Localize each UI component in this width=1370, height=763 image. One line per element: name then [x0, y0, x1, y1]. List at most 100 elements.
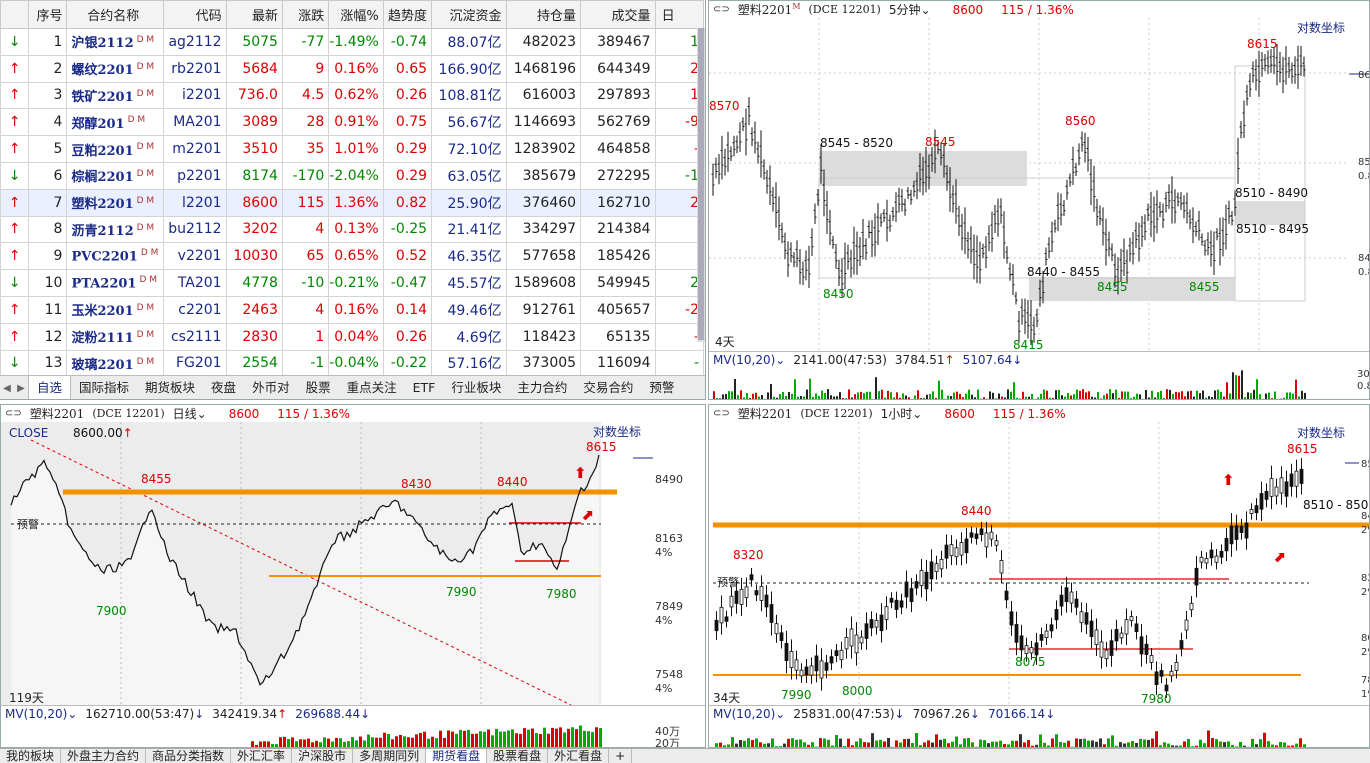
watchlist-tab[interactable]: 主力合约: [509, 376, 575, 399]
chart-5min-canvas[interactable]: 4天 8570 8545 8560 8615 8450 8415 8455 84…: [709, 18, 1370, 351]
volume-bar: [1013, 382, 1015, 399]
bottom-tab[interactable]: 股票看盘: [487, 749, 549, 763]
candle-body: [829, 656, 834, 664]
watchlist-tab[interactable]: 预警: [641, 376, 682, 399]
table-row[interactable]: ↓ 1 沪银2112 D Mag2112 5075 -77 -1.49% -0.74 88.07…: [0, 28, 705, 56]
row-index: 6: [28, 161, 68, 190]
col-header-pct[interactable]: 涨幅%: [328, 0, 384, 29]
volume-bar: [890, 392, 892, 399]
log-scale-toggle[interactable]: 对数坐标: [593, 424, 641, 439]
col-header-more[interactable]: 日: [654, 0, 705, 29]
price-annotation: 8455: [1189, 280, 1220, 294]
col-header-trend[interactable]: 趋势度: [382, 0, 433, 29]
trend-degree: 0.75: [382, 108, 433, 137]
watchlist-tab[interactable]: 重点关注: [339, 376, 405, 399]
col-header-index[interactable]: 序号: [28, 0, 68, 29]
period-selector[interactable]: 1小时⌄: [881, 405, 923, 422]
mv-label[interactable]: MV(10,20)⌄: [713, 353, 785, 367]
volume-bar: [375, 737, 378, 747]
table-row[interactable]: ↑ 12 淀粉2111 D Mcs2111 2830 1 0.04% 0.26 4.69亿 118…: [0, 322, 705, 351]
table-row[interactable]: ↑ 7 塑料2201 D Ml2201 8600 115 1.36% 0.82 25.90亿 37…: [0, 188, 705, 217]
mv-label[interactable]: MV(10,20)⌄: [713, 707, 785, 721]
bottom-tab[interactable]: 多周期同列: [353, 749, 427, 763]
watchlist-tab[interactable]: 行业板块: [443, 376, 509, 399]
chart-daily-canvas[interactable]: CLOSE 8600.00↑ 对数坐标 预警 8455 8430 8440 86…: [1, 422, 706, 705]
bottom-tab[interactable]: 沪深股市: [292, 749, 354, 763]
watchlist-tab[interactable]: 交易合约: [575, 376, 641, 399]
watchlist-scrollbar[interactable]: [697, 28, 705, 342]
volume-bar: [932, 391, 934, 399]
price-change: 65: [281, 242, 330, 271]
volume-bar: [463, 730, 466, 747]
volume-bar: [511, 729, 514, 747]
watchlist-tab[interactable]: 股票: [298, 376, 339, 399]
volume-bar: [415, 734, 418, 747]
close-label: CLOSE: [9, 426, 48, 440]
col-header-change[interactable]: 涨跌: [281, 0, 330, 29]
table-row[interactable]: ↓ 6 棕榈2201 D Mp2201 8174 -170 -2.04% 0.29 63.05亿…: [0, 161, 705, 190]
col-header-last[interactable]: 最新: [225, 0, 283, 29]
candle-body: [989, 531, 994, 540]
bottom-tab[interactable]: 外汇看盘: [548, 749, 610, 763]
col-header-volume[interactable]: 成交量: [580, 0, 656, 29]
col-header-oi[interactable]: 持仓量: [505, 0, 582, 29]
log-scale-toggle[interactable]: 对数坐标: [1297, 425, 1345, 440]
volume-bar: [1299, 738, 1302, 747]
table-row[interactable]: ↑ 3 铁矿2201 D Mi2201 736.0 4.5 0.62% 0.26 108.81亿…: [0, 81, 705, 110]
volume-bar: [830, 395, 832, 399]
price-annotation: 7980: [1141, 692, 1172, 705]
bottom-tab[interactable]: 期货看盘: [426, 749, 488, 763]
table-row[interactable]: ↑ 11 玉米2201 D Mc2201 2463 4 0.16% 0.14 49.46亿 912…: [0, 295, 705, 324]
scrollbar-thumb[interactable]: [698, 28, 704, 340]
period-selector[interactable]: 5分钟⌄: [889, 1, 931, 18]
watchlist-tab[interactable]: 外币对: [244, 376, 298, 399]
volume: 405657: [580, 295, 656, 324]
open-interest: 118423: [505, 322, 582, 351]
watchlist-tab[interactable]: 期货板块: [137, 376, 203, 399]
col-header-name[interactable]: 合约名称: [66, 0, 165, 29]
volume-bar: [785, 395, 787, 399]
table-row[interactable]: ↓ 13 玻璃2201 D M FG201 2554 -1 -0.04% -0.22 57.16亿…: [0, 349, 705, 378]
bottom-tab[interactable]: 我的板块: [0, 749, 62, 763]
table-row[interactable]: ↑ 5 豆粕2201 D Mm2201 3510 35 1.01% 0.29 72.10亿 128…: [0, 135, 705, 163]
settled-fund: 56.67亿: [431, 108, 507, 137]
panel-menu-icon[interactable]: ⊂⊃: [713, 408, 730, 419]
table-row[interactable]: ↑ 4 郑醇201 D M MA201 3089 28 0.91% 0.75 56.67亿 1146…: [0, 108, 705, 137]
table-row[interactable]: ↑ 8 沥青2112 D Mbu2112 3202 4 0.13% -0.25 21.41亿 33…: [0, 215, 705, 244]
chart-1h-canvas[interactable]: 预警 对数坐标 8440 8320 8615 7990 8000 8075 79…: [709, 422, 1370, 705]
watchlist-tab[interactable]: 国际指标: [71, 376, 137, 399]
col-header-fund[interactable]: 沉淀资金: [431, 0, 507, 29]
volume-bar: [1115, 389, 1117, 399]
chevron-down-icon: ⌄: [775, 706, 786, 721]
volume-bar: [911, 398, 913, 399]
bottom-tab[interactable]: 外汇汇率: [231, 749, 293, 763]
pct-change: 1.01%: [328, 135, 384, 163]
watchlist-tab[interactable]: 夜盘: [203, 376, 244, 399]
watchlist-tab[interactable]: 自选: [28, 376, 72, 399]
bottom-tab[interactable]: 外盘主力合约: [61, 749, 147, 763]
panel-menu-icon[interactable]: ⊂⊃: [5, 408, 22, 419]
candle-body: [909, 588, 914, 603]
tab-scroll-left-icon[interactable]: ◀: [0, 383, 14, 394]
volume-bar: [1178, 392, 1180, 399]
log-scale-toggle[interactable]: 对数坐标: [1297, 20, 1345, 35]
watchlist-tab[interactable]: ETF: [405, 376, 444, 399]
panel-menu-icon[interactable]: ⊂⊃: [713, 4, 730, 15]
chart-daily-panel[interactable]: ⊂⊃ 塑料2201 (DCE 12201) 日线⌄ 8600 115 / 1.3…: [0, 404, 706, 748]
col-header-code[interactable]: 代码: [163, 0, 227, 29]
chart-5min-panel[interactable]: ⊂⊃ 塑料2201M (DCE 12201) 5分钟⌄ 8600 115 / 1…: [708, 0, 1370, 400]
last-price: 4778: [225, 269, 283, 297]
mv-indicator-bar: MV(10,20)⌄ 25831.00(47:53)↓ 70967.26↓ 70…: [709, 705, 1369, 721]
period-selector[interactable]: 日线⌄: [173, 405, 207, 422]
chart-1h-panel[interactable]: ⊂⊃ 塑料2201 (DCE 12201) 1小时⌄ 8600 115 / 1.…: [708, 404, 1370, 748]
volume-bar: [899, 397, 901, 399]
bottom-tab[interactable]: 商品分类指数: [146, 749, 232, 763]
tab-scroll-right-icon[interactable]: ▶: [14, 383, 28, 394]
days-label: 4天: [715, 335, 735, 349]
mv-label[interactable]: MV(10,20)⌄: [5, 707, 77, 721]
bottom-tab[interactable]: +: [609, 749, 633, 763]
candle-body: [934, 563, 939, 573]
table-row[interactable]: ↓ 10 PTA2201 D M TA201 4778 -10 -0.21% -0.47 45.5…: [0, 269, 705, 297]
table-row[interactable]: ↑ 9 PVC2201 D Mv2201 10030 65 0.65% 0.52 46.35亿 5…: [0, 242, 705, 271]
table-row[interactable]: ↑ 2 螺纹2201 D Mrb2201 5684 9 0.16% 0.65 166.90亿 14…: [0, 54, 705, 83]
